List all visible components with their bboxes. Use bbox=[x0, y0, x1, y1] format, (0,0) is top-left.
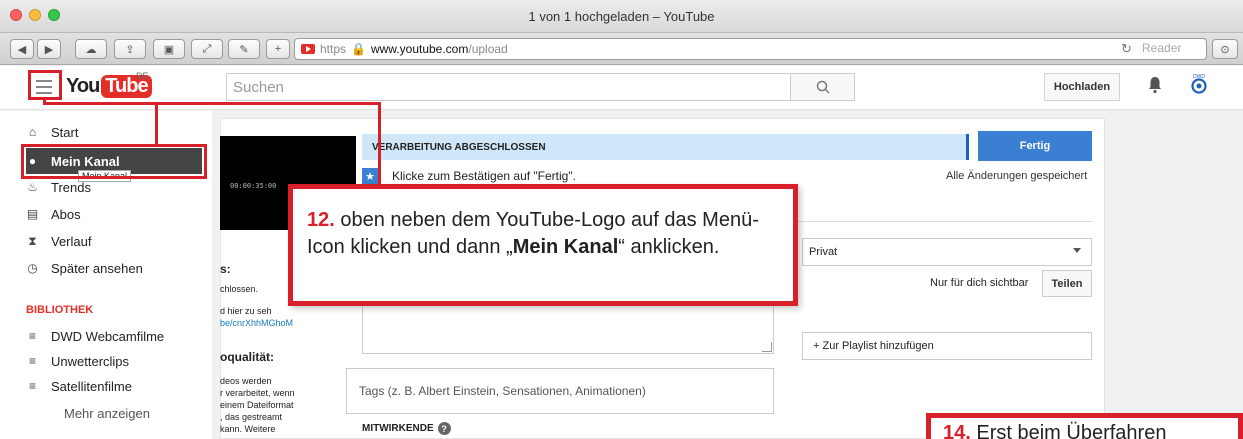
sidebar-item-start[interactable]: ⌂ Start bbox=[26, 119, 206, 145]
window-titlebar: 1 von 1 hochgeladen – YouTube bbox=[0, 0, 1243, 33]
url-host: www.youtube.com bbox=[370, 42, 469, 56]
search-placeholder: Suchen bbox=[233, 78, 284, 96]
sidebar-item-playlist[interactable]: ≡ Satellitenfilme bbox=[26, 373, 206, 399]
step-number: 14. bbox=[943, 422, 971, 439]
sidebar-item-label: Start bbox=[51, 124, 79, 140]
sidebar-item-label: Abos bbox=[51, 206, 81, 222]
tags-input[interactable]: Tags (z. B. Albert Einstein, Sensationen… bbox=[346, 368, 774, 414]
instruction-callout: 12. oben neben dem YouTube-Logo auf das … bbox=[288, 184, 798, 306]
privacy-value: Privat bbox=[809, 246, 838, 258]
left-text: r verarbeitet, wenn bbox=[220, 388, 295, 398]
confirm-text: Klicke zum Bestätigen auf "Fertig". bbox=[392, 169, 576, 183]
clock-icon: ◷ bbox=[27, 261, 38, 275]
star-icon: ★ bbox=[362, 168, 378, 184]
subscriptions-icon: ▤ bbox=[26, 207, 39, 221]
flame-icon: ♨ bbox=[27, 180, 38, 194]
status-divider bbox=[966, 134, 969, 160]
upload-button[interactable]: Hochladen bbox=[1044, 73, 1120, 101]
forward-button[interactable]: ▶ bbox=[37, 39, 61, 59]
window-title: 1 von 1 hochgeladen – YouTube bbox=[528, 9, 715, 24]
highlight-menu-icon bbox=[28, 70, 62, 100]
video-time: 00:00:35:00 bbox=[230, 182, 277, 190]
connector-line bbox=[155, 102, 158, 146]
browser-toolbar: ◀ ▶ ☁ ⇪ ▣ ⤢ ✎ + https 🔒 www.youtube.com/… bbox=[0, 33, 1243, 65]
left-heading: oqualität: bbox=[220, 350, 274, 364]
reader-button[interactable]: Reader bbox=[1142, 41, 1181, 55]
callout-text: Erst beim Überfahren bbox=[976, 422, 1167, 439]
hourglass-icon: ⧗ bbox=[28, 233, 37, 248]
saved-status: Alle Änderungen gespeichert bbox=[946, 170, 1088, 182]
step-number: 12. bbox=[307, 209, 335, 231]
help-icon[interactable]: ? bbox=[437, 422, 451, 435]
logo-you: You bbox=[66, 75, 100, 97]
sidebar-item-label: DWD Webcamfilme bbox=[51, 328, 165, 344]
left-text: deos werden bbox=[220, 376, 272, 386]
left-text: einem Dateiformat bbox=[220, 400, 294, 410]
url-path: /upload bbox=[468, 42, 508, 56]
resize-icon[interactable]: ⤢ bbox=[191, 39, 223, 59]
share-button[interactable]: Teilen bbox=[1042, 270, 1092, 297]
sidebar-item-watch-later[interactable]: ◷ Später ansehen bbox=[26, 255, 206, 281]
playlist-icon: ≡ bbox=[28, 354, 36, 368]
avatar[interactable]: DWD bbox=[1191, 72, 1207, 96]
bell-icon[interactable] bbox=[1148, 76, 1162, 94]
youtube-favicon-icon bbox=[301, 44, 315, 54]
connector-line bbox=[378, 102, 381, 186]
search-input[interactable]: Suchen bbox=[226, 73, 791, 101]
downloads-icon[interactable]: ⊙ bbox=[1212, 39, 1238, 59]
svg-text:DWD: DWD bbox=[1193, 74, 1205, 80]
library-heading: BIBLIOTHEK bbox=[26, 304, 94, 316]
lock-icon: 🔒 bbox=[351, 42, 366, 56]
share-icon[interactable]: ⇪ bbox=[114, 39, 146, 59]
video-link[interactable]: be/cnrXhhMGhoM bbox=[220, 318, 293, 329]
contributors-label: MITWIRKENDE bbox=[362, 423, 434, 434]
sidebar-item-verlauf[interactable]: ⧗ Verlauf bbox=[26, 228, 206, 254]
sidebar-item-playlist[interactable]: ≡ Unwetterclips bbox=[26, 348, 206, 374]
left-text: chlossen. bbox=[220, 284, 259, 294]
logo-region: DE bbox=[136, 71, 149, 81]
contributors-heading: MITWIRKENDE? bbox=[362, 422, 451, 435]
reload-icon[interactable]: ↻ bbox=[1121, 41, 1132, 57]
chevron-down-icon bbox=[1073, 248, 1081, 253]
bookmarks-icon[interactable]: ▣ bbox=[153, 39, 185, 59]
new-tab-button[interactable]: + bbox=[266, 39, 290, 59]
search-icon bbox=[816, 80, 830, 94]
sidebar-item-label: Verlauf bbox=[51, 233, 92, 249]
address-bar[interactable]: https 🔒 www.youtube.com/upload bbox=[294, 38, 1207, 60]
sidebar-item-label: Später ansehen bbox=[51, 260, 143, 276]
description-textarea[interactable] bbox=[362, 302, 774, 354]
done-button[interactable]: Fertig bbox=[978, 131, 1092, 161]
search-button[interactable] bbox=[791, 73, 855, 101]
privacy-note: Nur für dich sichtbar bbox=[930, 277, 1029, 289]
instruction-callout-2: 14. Erst beim Überfahren bbox=[926, 413, 1243, 439]
show-more-link[interactable]: Mehr anzeigen bbox=[64, 406, 150, 421]
url-scheme: https bbox=[320, 42, 347, 56]
callout-bold: Mein Kanal bbox=[512, 236, 619, 258]
callout-text: “ anklicken. bbox=[618, 236, 720, 258]
privacy-select[interactable]: Privat bbox=[802, 238, 1092, 266]
cloud-icon[interactable]: ☁ bbox=[75, 39, 107, 59]
left-heading: s: bbox=[220, 262, 231, 276]
sidebar-item-label: Satellitenfilme bbox=[51, 378, 132, 394]
sidebar-item-label: Unwetterclips bbox=[51, 353, 130, 369]
processing-status: VERARBEITUNG ABGESCHLOSSEN bbox=[362, 134, 966, 160]
home-icon: ⌂ bbox=[28, 125, 37, 139]
left-text: , das gestreamt bbox=[220, 412, 283, 422]
left-text: kann. Weitere bbox=[220, 424, 276, 434]
sidebar-item-playlist[interactable]: ≡ DWD Webcamfilme bbox=[26, 323, 206, 349]
resize-handle-icon[interactable] bbox=[762, 342, 772, 352]
left-text: d hier zu seh bbox=[220, 306, 272, 316]
playlist-icon: ≡ bbox=[28, 329, 36, 343]
tools-icon[interactable]: ✎ bbox=[228, 39, 260, 59]
connector-line bbox=[43, 102, 381, 105]
sidebar-item-abos[interactable]: ▤ Abos bbox=[26, 201, 206, 227]
back-button[interactable]: ◀ bbox=[10, 39, 34, 59]
add-to-playlist-button[interactable]: + Zur Playlist hinzufügen bbox=[802, 332, 1092, 360]
highlight-mein-kanal bbox=[21, 144, 207, 179]
playlist-icon: ≡ bbox=[28, 379, 36, 393]
